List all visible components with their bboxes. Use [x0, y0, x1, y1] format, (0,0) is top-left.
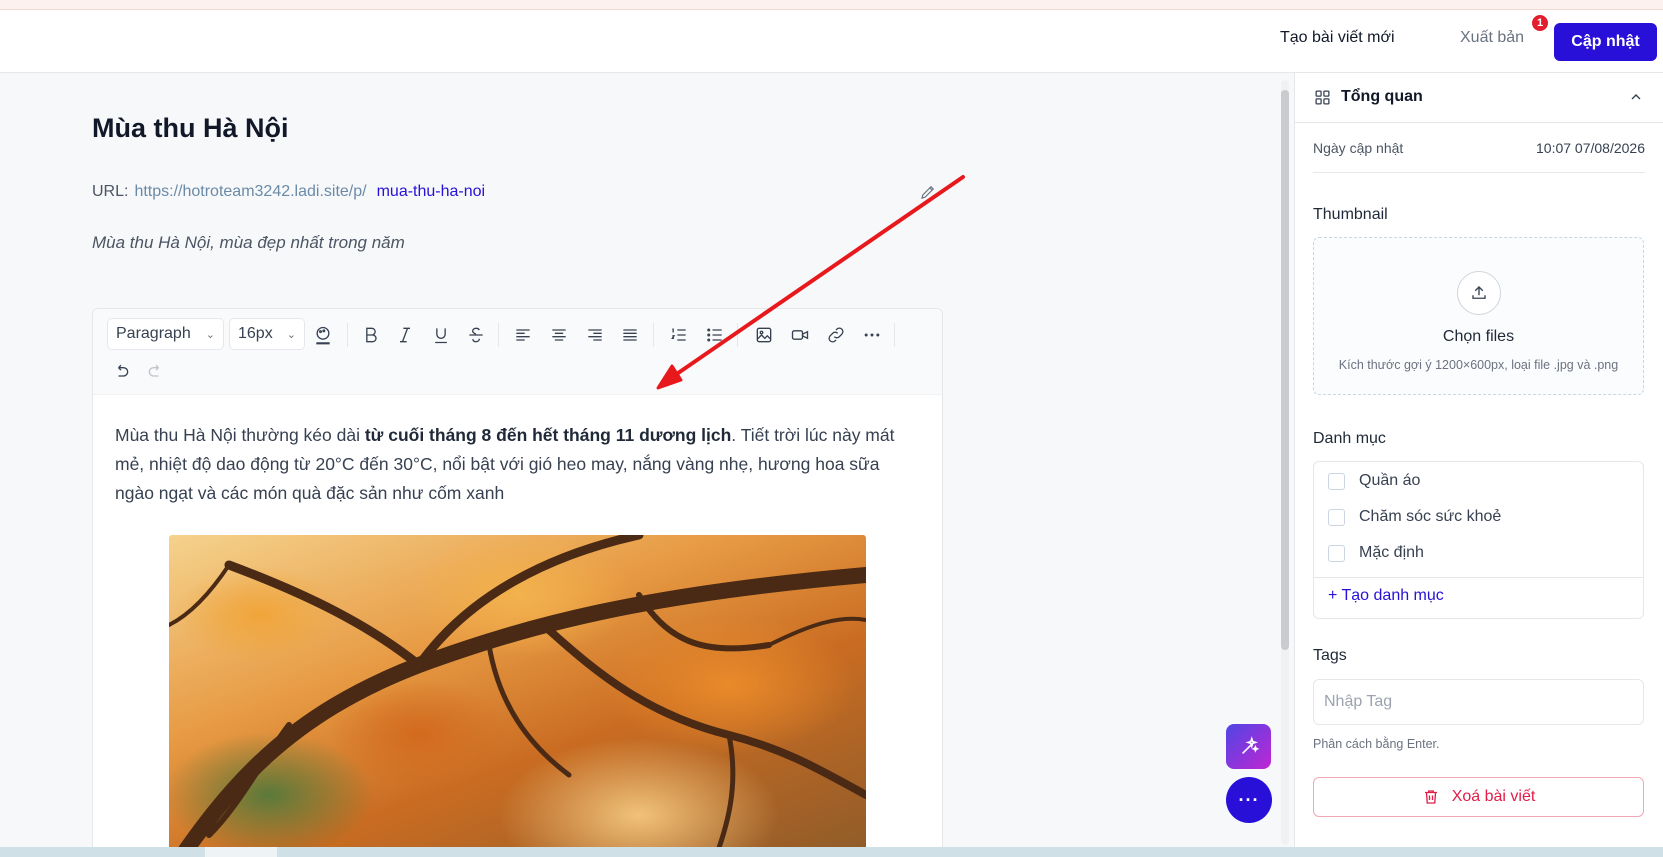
toolbar-divider: [737, 323, 738, 347]
url-slug[interactable]: mua-thu-ha-noi: [377, 183, 486, 201]
toolbar-divider: [498, 323, 499, 347]
category-checkbox[interactable]: [1328, 472, 1345, 490]
post-title[interactable]: Mùa thu Hà Nội: [92, 113, 289, 144]
category-item[interactable]: Chăm sóc sức khoẻ: [1328, 508, 1501, 526]
block-type-select[interactable]: Paragraph ⌄: [107, 318, 224, 350]
add-category-link[interactable]: + Tạo danh mục: [1328, 587, 1444, 605]
category-item[interactable]: Quần áo: [1328, 472, 1420, 490]
delete-post-button[interactable]: Xoá bài viết: [1313, 777, 1644, 817]
new-post-button[interactable]: Tạo bài viết mới: [1280, 29, 1395, 47]
text-color-icon[interactable]: [311, 323, 335, 347]
tags-input[interactable]: [1313, 679, 1644, 725]
font-size-select[interactable]: 16px ⌄: [229, 318, 305, 350]
category-checkbox[interactable]: [1328, 544, 1345, 562]
content-text: Mùa thu Hà Nội thường kéo dài: [115, 425, 365, 445]
thumbnail-dropzone[interactable]: Chọn files Kích thước gợi ý 1200×600px, …: [1313, 237, 1644, 395]
thumbnail-hint: Kích thước gợi ý 1200×600px, loại file .…: [1338, 358, 1619, 372]
underline-icon[interactable]: [429, 323, 453, 347]
content-bold-text: từ cuối tháng 8 đến hết tháng 11 dương l…: [364, 425, 732, 445]
strikethrough-icon[interactable]: [464, 323, 488, 347]
url-label: URL:: [92, 183, 129, 200]
block-type-value: Paragraph: [116, 325, 191, 342]
chevron-down-icon: ⌄: [286, 328, 296, 341]
bullet-list-icon[interactable]: [703, 323, 727, 347]
category-list: Quần áo Chăm sóc sức khoẻ Mặc định + Tạo…: [1313, 461, 1644, 619]
top-bar: Tạo bài viết mới Xuất bản 1 Cập nhật: [0, 10, 1663, 73]
rich-text-editor: Paragraph ⌄ 16px ⌄ Mùa thu Hà Nội thường…: [92, 308, 943, 857]
link-icon[interactable]: [824, 323, 848, 347]
toolbar-divider: [347, 323, 348, 347]
toolbar-divider: [653, 323, 654, 347]
category-name: Quần áo: [1359, 472, 1421, 489]
toolbar-divider: [894, 323, 895, 347]
align-right-icon[interactable]: [583, 323, 607, 347]
grid-icon: [1314, 89, 1331, 111]
more-options-icon[interactable]: [860, 323, 884, 347]
italic-icon[interactable]: [393, 323, 417, 347]
editor-toolbar: Paragraph ⌄ 16px ⌄: [93, 309, 942, 395]
url-row: URL: https://hotroteam3242.ladi.site/p/ …: [92, 183, 937, 201]
overview-title: Tổng quan: [1341, 88, 1423, 105]
upload-icon: [1457, 271, 1501, 315]
image-icon[interactable]: [752, 323, 776, 347]
category-name: Mặc định: [1359, 544, 1424, 561]
settings-sidebar: Tổng quan Ngày cập nhật 10:07 07/08/2026…: [1294, 73, 1663, 857]
category-checkbox[interactable]: [1328, 508, 1345, 526]
url-base: https://hotroteam3242.ladi.site/p/: [134, 183, 367, 200]
align-justify-icon[interactable]: [618, 323, 642, 347]
bottom-bar: [0, 847, 1663, 857]
align-left-icon[interactable]: [511, 323, 535, 347]
chevron-up-icon[interactable]: [1628, 89, 1644, 110]
updated-label: Ngày cập nhật: [1313, 140, 1404, 156]
more-actions-button[interactable]: ···: [1226, 777, 1272, 823]
autumn-tree-image[interactable]: [169, 535, 866, 857]
chevron-down-icon: ⌄: [205, 328, 215, 341]
ordered-list-icon[interactable]: [667, 323, 691, 347]
ellipsis-icon: ···: [1238, 789, 1260, 810]
overview-header[interactable]: Tổng quan: [1295, 73, 1663, 123]
tags-hint: Phân cách bằng Enter.: [1313, 737, 1440, 751]
category-label: Danh mục: [1313, 430, 1386, 447]
post-excerpt[interactable]: Mùa thu Hà Nội, mùa đẹp nhất trong năm: [92, 233, 405, 253]
font-size-value: 16px: [238, 325, 273, 342]
publish-button[interactable]: Xuất bản: [1460, 29, 1524, 47]
video-icon[interactable]: [788, 323, 812, 347]
align-center-icon[interactable]: [547, 323, 571, 347]
editor-content[interactable]: Mùa thu Hà Nội thường kéo dài từ cuối th…: [93, 395, 942, 534]
edit-url-icon[interactable]: [919, 183, 937, 206]
bold-icon[interactable]: [359, 323, 383, 347]
bottom-bar-segment: [205, 847, 277, 857]
undo-icon[interactable]: [109, 359, 133, 383]
thumbnail-label: Thumbnail: [1313, 206, 1388, 223]
trash-icon: [1424, 790, 1437, 804]
sparkle-icon: [1241, 735, 1259, 754]
main-editor-area: Mùa thu Hà Nội URL: https://hotroteam324…: [0, 73, 1275, 857]
scrollbar-thumb[interactable]: [1281, 90, 1289, 650]
update-button[interactable]: Cập nhật: [1554, 23, 1657, 61]
ai-assist-button[interactable]: [1226, 724, 1271, 769]
redo-icon[interactable]: [144, 359, 168, 383]
tags-label: Tags: [1313, 647, 1347, 664]
updated-date-row: Ngày cập nhật 10:07 07/08/2026: [1313, 140, 1645, 173]
delete-post-label: Xoá bài viết: [1451, 788, 1536, 805]
category-item[interactable]: Mặc định: [1328, 544, 1424, 562]
publish-badge: 1: [1531, 14, 1549, 32]
category-name: Chăm sóc sức khoẻ: [1359, 508, 1502, 525]
top-strip: [0, 0, 1663, 10]
divider: [1314, 577, 1643, 578]
editor-scrollbar[interactable]: [1281, 80, 1289, 845]
choose-files-label: Chọn files: [1442, 328, 1515, 345]
updated-value: 10:07 07/08/2026: [1536, 140, 1645, 156]
